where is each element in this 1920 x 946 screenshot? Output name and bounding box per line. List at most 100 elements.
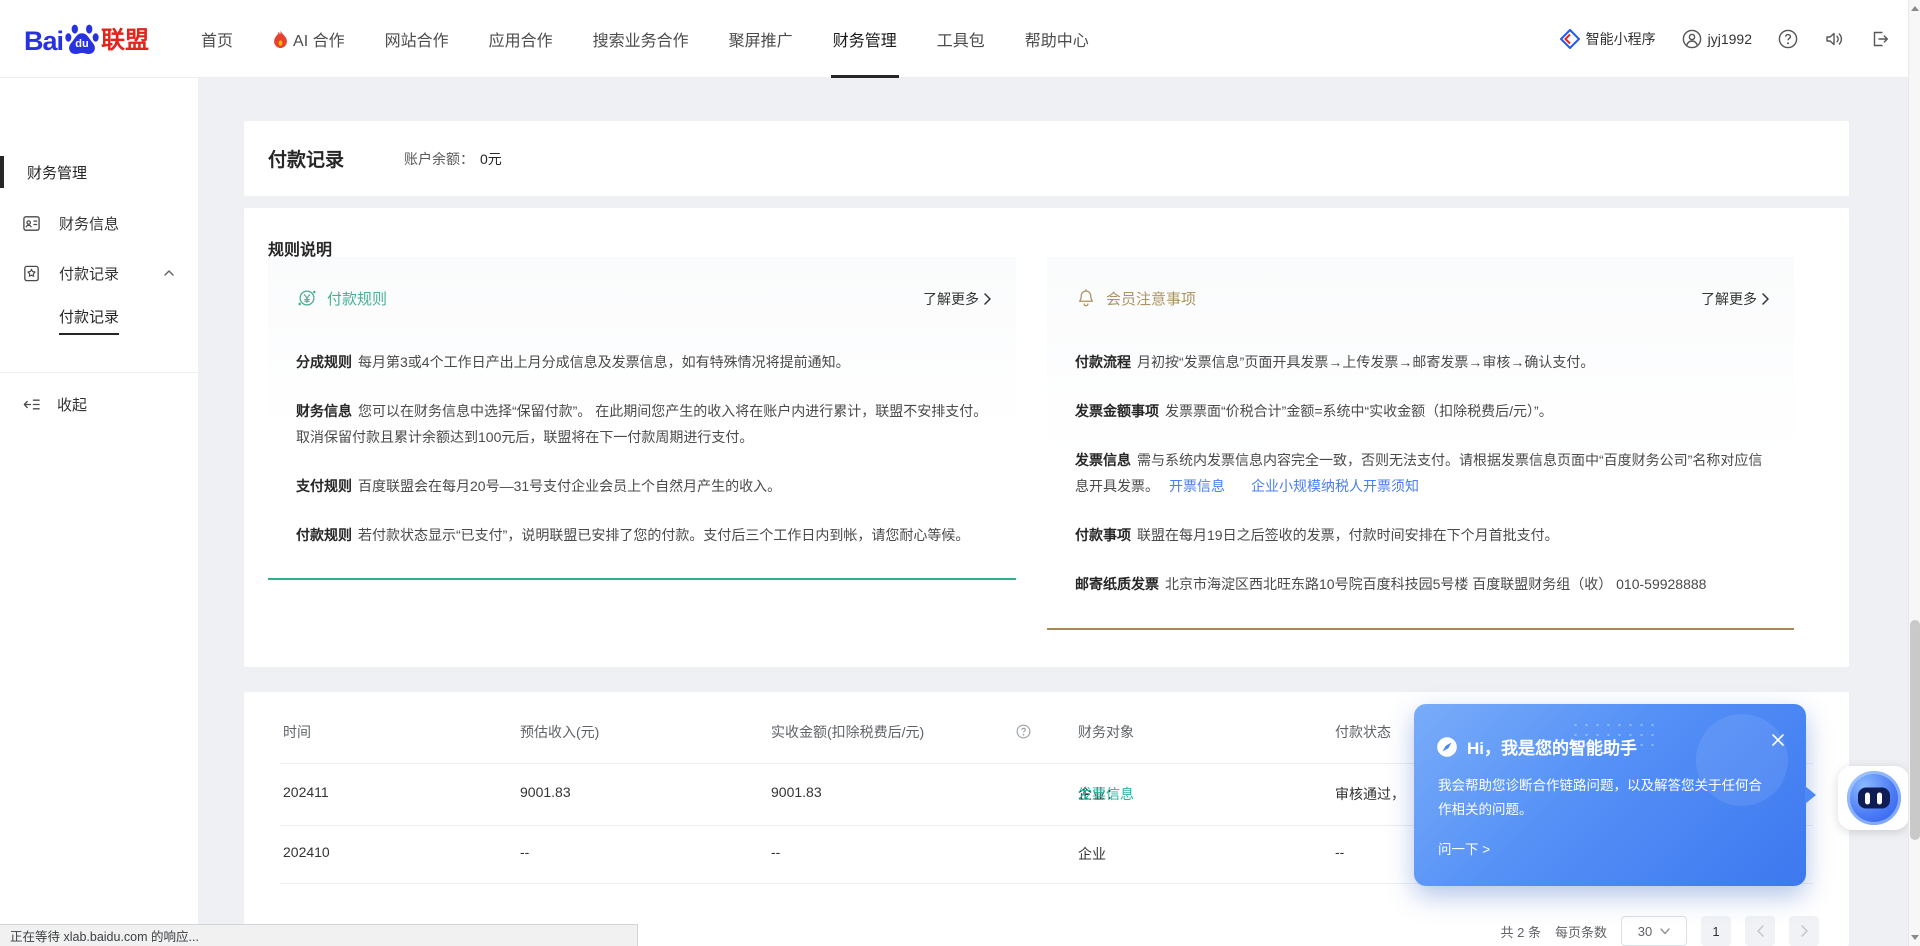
page-root: Bai du 联盟 首页 AI 合作 网站合作 应用合作 搜索业务合作 聚屏推广… <box>0 0 1920 946</box>
rule-item-invoice-amount: 发票金额事项发票票面“价税合计”金额=系统中“实收金额（扣除税费后/元）”。 <box>1075 398 1767 424</box>
sidebar-section-finance-management[interactable]: 财务管理 <box>0 154 198 190</box>
main-nav: 首页 AI 合作 网站合作 应用合作 搜索业务合作 聚屏推广 财务管理 工具包 … <box>181 0 1109 78</box>
cell-time: 202410 <box>283 844 330 860</box>
bell-icon <box>1075 287 1097 309</box>
sidebar-subitem-payment-records[interactable]: 付款记录 <box>59 305 119 335</box>
cell-status: 审核通过， <box>1335 784 1405 804</box>
baidu-paw-icon: du <box>64 21 100 57</box>
logo-text-lianmeng: 联盟 <box>101 20 149 55</box>
flame-icon <box>273 30 288 48</box>
user-account[interactable]: jyj1992 <box>1682 29 1752 49</box>
chevron-left-icon <box>1756 925 1765 937</box>
rule-item-payment-notes: 付款事项联盟在每月19日之后签收的发票，付款时间安排在下个月首批支付。 <box>1075 522 1767 548</box>
next-page-button[interactable] <box>1789 916 1819 946</box>
top-navbar: Bai du 联盟 首页 AI 合作 网站合作 应用合作 搜索业务合作 聚屏推广… <box>0 0 1920 78</box>
payment-rules-card: 付款规则 了解更多 分成规则每月第3或4个工作日产出上月分成信息及发票信息，如有… <box>268 257 1016 580</box>
payment-records-header-card: 付款记录 账户余额：0元 <box>244 121 1849 196</box>
invoice-info-link[interactable]: 开票信息 <box>1169 478 1225 494</box>
baidu-union-logo[interactable]: Bai du 联盟 <box>24 20 149 57</box>
logout-icon[interactable] <box>1870 29 1890 49</box>
col-header-estimated-income: 预估收入(元) <box>520 722 599 742</box>
rule-item-share-rule: 分成规则每月第3或4个工作日产出上月分成信息及发票信息，如有特殊情况将提前通知。 <box>296 349 988 375</box>
browser-status-bar: 正在等待 xlab.baidu.com 的响应... <box>0 924 638 946</box>
robot-face <box>1858 788 1890 809</box>
cell-actual: 9001.83 <box>771 784 822 800</box>
rule-item-finance-info: 财务信息您可以在财务信息中选择“保留付款”。 在此期间您产生的收入将在账户内进行… <box>296 398 988 450</box>
nav-item-help-center[interactable]: 帮助中心 <box>1005 0 1109 78</box>
scroll-up-arrow[interactable] <box>1909 2 1920 16</box>
vertical-scrollbar[interactable] <box>1908 0 1920 946</box>
col-header-time: 时间 <box>283 722 311 742</box>
page-title: 付款记录 <box>268 145 344 172</box>
scrollbar-thumb[interactable] <box>1910 620 1920 840</box>
rule-item-invoice-info: 发票信息需与系统内发票信息内容完全一致，否则无法支付。请根据发票信息页面中“百度… <box>1075 447 1767 499</box>
prev-page-button[interactable] <box>1745 916 1775 946</box>
cell-estimated: -- <box>520 844 529 860</box>
col-header-finance-object: 财务对象 <box>1078 722 1134 742</box>
nav-item-juping-promotion[interactable]: 聚屏推广 <box>709 0 813 78</box>
account-balance: 账户余额：0元 <box>404 149 502 169</box>
sidebar-collapse-button[interactable]: 收起 <box>0 386 198 422</box>
nav-item-app-cooperation[interactable]: 应用合作 <box>469 0 573 78</box>
nav-item-finance-management[interactable]: 财务管理 <box>813 0 917 78</box>
page-number-button[interactable]: 1 <box>1701 916 1731 946</box>
chevron-up-icon <box>162 266 176 280</box>
member-notes-card: 会员注意事项 了解更多 付款流程月初按“发票信息”页面开具发票→上传发票→邮寄发… <box>1047 257 1794 630</box>
help-icon[interactable] <box>1778 29 1798 49</box>
chevron-right-icon <box>1800 925 1809 937</box>
payment-rules-more-link[interactable]: 了解更多 <box>923 289 992 309</box>
payment-rules-header: 付款规则 <box>296 287 387 309</box>
member-notes-more-link[interactable]: 了解更多 <box>1701 289 1770 309</box>
cell-actual: -- <box>771 844 780 860</box>
rule-item-mail-invoice: 邮寄纸质发票北京市海淀区西北旺东路10号院百度科技园5号楼 百度联盟财务组（收）… <box>1075 571 1767 597</box>
compass-icon <box>1436 736 1458 758</box>
chevron-right-icon <box>1761 293 1770 305</box>
popup-pointer <box>1805 786 1816 804</box>
sidebar: 财务管理 财务信息 付款记录 付款记录 收起 <box>0 78 198 946</box>
small-taxpayer-notice-link[interactable]: 企业小规模纳税人开票须知 <box>1251 478 1419 494</box>
smart-miniprogram-entry[interactable]: 智能小程序 <box>1560 29 1656 49</box>
header-right-cluster: 智能小程序 jyj1992 <box>1560 29 1890 49</box>
certificate-icon <box>22 264 41 283</box>
collapse-sidebar-icon <box>22 395 41 414</box>
user-icon <box>1682 29 1702 49</box>
member-notes-header: 会员注意事项 <box>1075 287 1196 309</box>
rule-item-payment-flow: 付款流程月初按“发票信息”页面开具发票→上传发票→邮寄发票→审核→确认支付。 <box>1075 349 1767 375</box>
assistant-popup: Hi，我是您的智能助手 我会帮助您诊断合作链路问题，以及解答您关于任何合作相关的… <box>1414 704 1806 886</box>
ask-now-link[interactable]: 问一下 > <box>1438 838 1490 858</box>
sidebar-item-finance-info[interactable]: 财务信息 <box>0 205 198 241</box>
question-circle-icon[interactable] <box>1016 724 1031 739</box>
pagination: 共 2 条 每页条数 30 1 <box>1501 916 1819 946</box>
cell-status: -- <box>1335 844 1344 860</box>
chevron-right-icon <box>983 293 992 305</box>
id-card-icon <box>22 214 41 233</box>
close-icon[interactable] <box>1770 732 1786 748</box>
scroll-down-arrow[interactable] <box>1909 930 1920 944</box>
page-size-select[interactable]: 30 <box>1621 916 1687 946</box>
assistant-message: 我会帮助您诊断合作链路问题，以及解答您关于任何合作相关的问题。 <box>1438 774 1774 822</box>
robot-head <box>1847 771 1901 825</box>
sidebar-item-payment-records[interactable]: 付款记录 <box>0 255 198 291</box>
page-size-label: 每页条数 <box>1555 922 1607 941</box>
nav-item-ai-cooperation[interactable]: AI 合作 <box>253 0 365 78</box>
sound-icon[interactable] <box>1824 29 1844 49</box>
nav-item-search-business[interactable]: 搜索业务合作 <box>573 0 709 78</box>
invoice-info-table-link[interactable]: 发票信息 <box>1078 784 1134 804</box>
assistant-title-row: Hi，我是您的智能助手 <box>1436 734 1637 759</box>
nav-item-website-cooperation[interactable]: 网站合作 <box>365 0 469 78</box>
cell-estimated: 9001.83 <box>520 784 571 800</box>
assistant-title: Hi，我是您的智能助手 <box>1467 734 1637 759</box>
assistant-robot-avatar[interactable] <box>1838 766 1909 830</box>
nav-item-toolkit[interactable]: 工具包 <box>917 0 1005 78</box>
nav-item-home[interactable]: 首页 <box>181 0 253 78</box>
rule-item-payment-rule: 付款规则若付款状态显示“已支付”，说明联盟已安排了您的付款。支付后三个工作日内到… <box>296 522 988 548</box>
logo-text-bai: Bai <box>24 26 63 57</box>
sidebar-divider <box>0 372 198 373</box>
col-header-payment-status: 付款状态 <box>1335 722 1391 742</box>
rules-section-card: 规则说明 付款规则 了解更多 分成规则每月第3或4个工作日产出上月分成信息及发票… <box>244 208 1849 667</box>
col-header-actual-amount: 实收金额(扣除税费后/元) <box>771 722 924 742</box>
pagination-total: 共 2 条 <box>1501 922 1541 941</box>
balance-value: 0元 <box>480 151 502 167</box>
miniprogram-diamond-icon <box>1560 29 1580 49</box>
chevron-down-icon <box>1660 928 1670 935</box>
